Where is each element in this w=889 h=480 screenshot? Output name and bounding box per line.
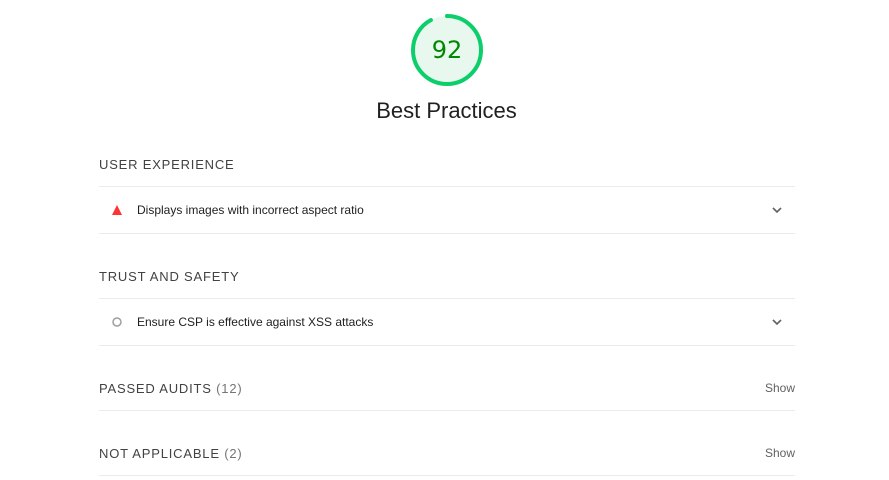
passed-audits-header[interactable]: Passed audits (12) (99, 381, 243, 396)
chevron-down-icon[interactable] (771, 316, 783, 328)
not-applicable-header[interactable]: Not applicable (2) (99, 446, 243, 461)
audit-label: Ensure CSP is effective against XSS atta… (137, 315, 374, 329)
score-gauge: 92 (410, 13, 484, 87)
chevron-down-icon[interactable] (771, 204, 783, 216)
divider (99, 233, 795, 234)
not-applicable-show-button[interactable]: Show (765, 446, 795, 460)
group-title-trust-and-safety: Trust and Safety (99, 269, 240, 284)
passed-audits-show-button[interactable]: Show (765, 381, 795, 395)
not-applicable-title: Not applicable (99, 446, 220, 461)
audit-label: Displays images with incorrect aspect ra… (137, 203, 364, 217)
passed-audits-title: Passed audits (99, 381, 212, 396)
informative-circle-icon (112, 317, 122, 327)
divider (99, 475, 795, 476)
category-title: Best Practices (376, 98, 517, 123)
not-applicable-count: (2) (224, 446, 243, 461)
score-value: 92 (431, 36, 463, 64)
group-title-user-experience: User Experience (99, 157, 235, 172)
audit-item-csp-xss[interactable]: Ensure CSP is effective against XSS atta… (99, 299, 795, 345)
divider (99, 410, 795, 411)
audit-item-image-aspect-ratio[interactable]: Displays images with incorrect aspect ra… (99, 187, 795, 233)
warning-triangle-icon (112, 205, 122, 215)
passed-audits-count: (12) (216, 381, 243, 396)
divider (99, 345, 795, 346)
